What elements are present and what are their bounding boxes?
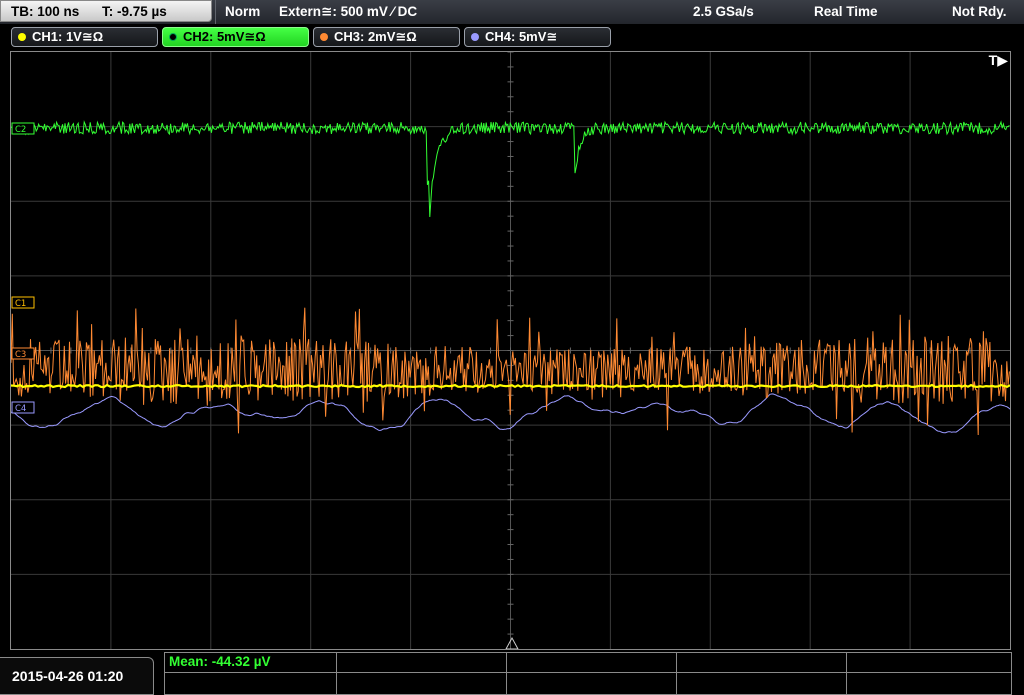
measurement-panel[interactable]: Mean: -44.32 µV: [164, 652, 1012, 695]
trigger-source-label[interactable]: Extern≅: 500 mV ⁄ DC: [279, 0, 417, 24]
timebase-box[interactable]: TB: 100 ns T: -9.75 µs: [0, 0, 212, 22]
status-separator: [215, 0, 216, 24]
ch2-color-dot-icon: [169, 33, 177, 41]
trigger-time-label[interactable]: T: -9.75 µs: [102, 1, 167, 22]
measurement-divider: [165, 672, 1011, 673]
trigger-position-indicator[interactable]: T▶: [989, 52, 1008, 69]
datetime-display: 2015-04-26 01:20: [0, 657, 154, 695]
ch2-level-marker[interactable]: C2: [11, 122, 35, 135]
channel-tab-ch3[interactable]: CH3: 2mV≅Ω: [313, 27, 460, 47]
measurement-divider: [336, 653, 337, 695]
measurement-divider: [676, 653, 677, 695]
ch1-color-dot-icon: [18, 33, 26, 41]
channel-tab-ch1[interactable]: CH1: 1V≅Ω: [11, 27, 158, 47]
ch3-color-dot-icon: [320, 33, 328, 41]
ch2-marker-label: C2: [15, 125, 26, 135]
channel-tab-label: CH3: 2mV≅Ω: [334, 29, 417, 44]
measurement-divider: [846, 653, 847, 695]
ch1-waveform: [11, 383, 1010, 389]
channel-tab-label: CH4: 5mV≅: [485, 29, 558, 44]
channel-tab-label: CH2: 5mV≅Ω: [183, 29, 266, 44]
channel-tab-ch2[interactable]: CH2: 5mV≅Ω: [162, 27, 309, 47]
run-state-label[interactable]: Not Rdy.: [952, 0, 1007, 24]
ch3-level-marker[interactable]: C3: [11, 347, 35, 360]
channel-tab-ch4[interactable]: CH4: 5mV≅: [464, 27, 611, 47]
channel-tab-label: CH1: 1V≅Ω: [32, 29, 104, 44]
waveform-canvas[interactable]: C2 C1 C3 C4: [11, 52, 1010, 649]
timebase-label[interactable]: TB: 100 ns: [11, 1, 79, 22]
ch4-level-marker[interactable]: C4: [11, 401, 35, 414]
status-bar: TB: 100 ns T: -9.75 µs Norm Extern≅: 500…: [0, 0, 1024, 24]
sample-rate-label[interactable]: 2.5 GSa/s: [693, 0, 754, 24]
ch4-marker-label: C4: [15, 404, 26, 414]
ch1-marker-label: C1: [15, 299, 26, 309]
trigger-point-icon[interactable]: [505, 636, 519, 649]
measurement-divider: [506, 653, 507, 695]
ch1-level-marker[interactable]: C1: [11, 296, 35, 309]
acquisition-mode-label[interactable]: Real Time: [814, 0, 878, 24]
mean-measurement[interactable]: Mean: -44.32 µV: [169, 654, 271, 669]
trigger-mode-label[interactable]: Norm: [225, 0, 260, 24]
waveform-display[interactable]: C2 C1 C3 C4 T▶: [10, 51, 1011, 650]
ch3-marker-label: C3: [15, 350, 26, 360]
ch4-color-dot-icon: [471, 33, 479, 41]
